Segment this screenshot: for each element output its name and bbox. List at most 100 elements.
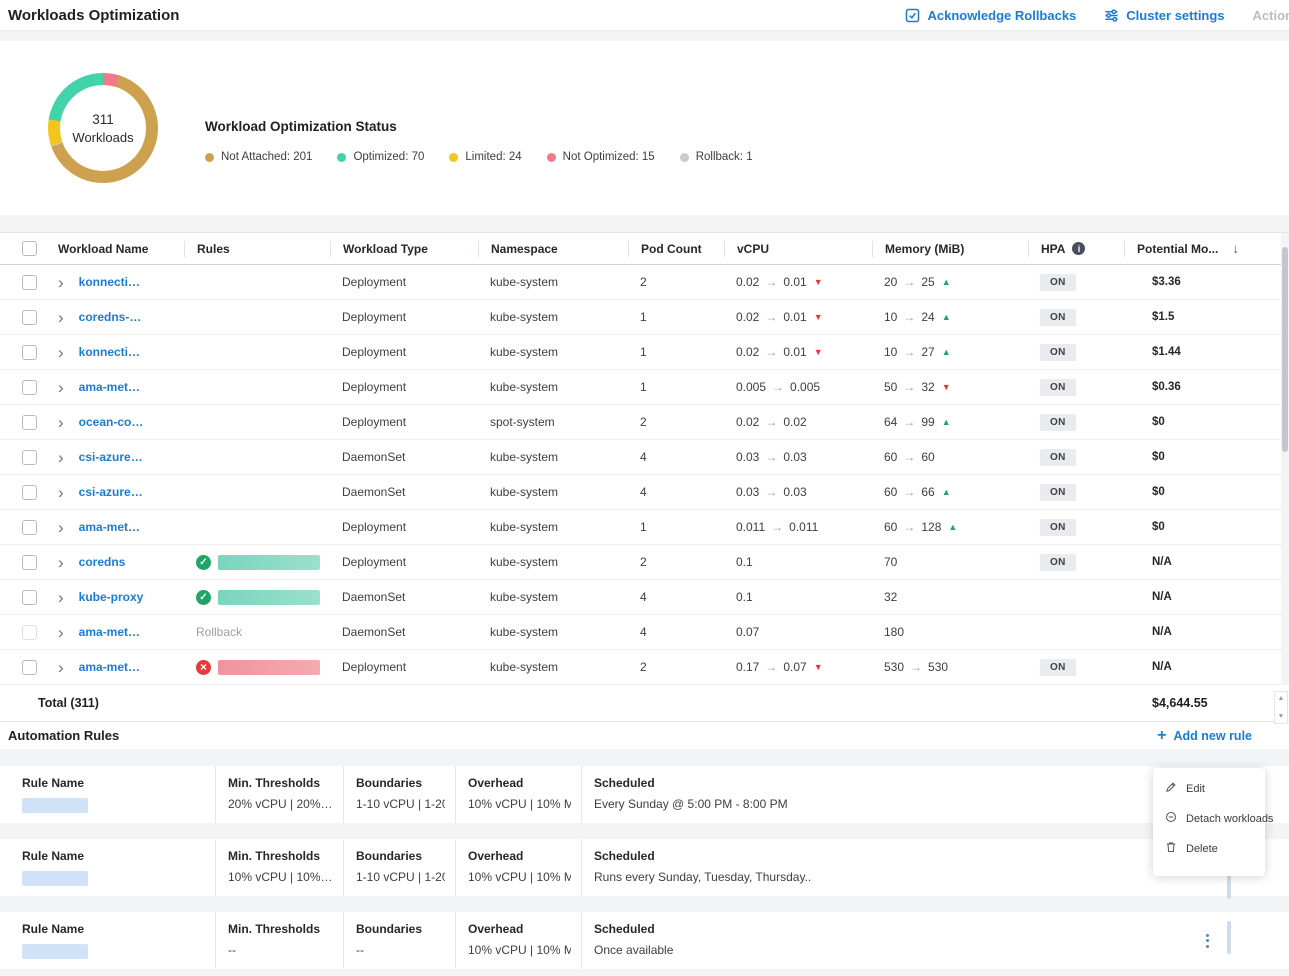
arrow-right-icon: [765, 415, 777, 429]
namespace: kube-system: [478, 555, 628, 569]
select-all-checkbox[interactable]: [22, 241, 37, 256]
row-checkbox[interactable]: [22, 625, 37, 640]
success-check-icon: [196, 590, 211, 605]
table-row: coredns-… Deployment kube-system 1 0.020…: [0, 300, 1289, 335]
workload-name-link[interactable]: ama-met…: [79, 520, 140, 534]
menu-item-detach-workloads[interactable]: Detach workloads: [1165, 811, 1253, 826]
col-pod-count[interactable]: Pod Count: [628, 241, 724, 257]
expand-chevron-icon[interactable]: [58, 274, 64, 291]
row-checkbox[interactable]: [22, 520, 37, 535]
expand-chevron-icon[interactable]: [58, 309, 64, 326]
actions-button[interactable]: Action: [1253, 8, 1289, 23]
rules-cell: [184, 590, 330, 605]
row-checkbox[interactable]: [22, 485, 37, 500]
cluster-settings-button[interactable]: Cluster settings: [1104, 8, 1224, 23]
vcpu-cell: 0.020.01: [724, 275, 872, 289]
namespace: kube-system: [478, 660, 628, 674]
row-checkbox[interactable]: [22, 450, 37, 465]
legend-dot: [680, 153, 689, 162]
vcpu-cell: 0.020.01: [724, 345, 872, 359]
row-checkbox[interactable]: [22, 660, 37, 675]
thresholds-value: 20% vCPU | 20%…: [228, 797, 333, 811]
workload-name-link[interactable]: coredns-…: [79, 310, 142, 324]
pod-count: 1: [628, 345, 724, 359]
total-value: $4,644.55: [1124, 696, 1289, 710]
expand-chevron-icon[interactable]: [58, 589, 64, 606]
automation-rules-header: Automation Rules Add new rule: [0, 722, 1289, 749]
expand-chevron-icon[interactable]: [58, 484, 64, 501]
thresholds-value: 10% vCPU | 10%…: [228, 870, 333, 884]
col-namespace[interactable]: Namespace: [478, 241, 628, 257]
workload-name-link[interactable]: konnecti…: [79, 345, 140, 359]
workload-name-link[interactable]: kube-proxy: [79, 590, 144, 604]
expand-chevron-icon[interactable]: [58, 379, 64, 396]
expand-chevron-icon[interactable]: [58, 624, 64, 641]
overhead-label: Overhead: [468, 849, 571, 863]
rule-menu-button[interactable]: [1202, 930, 1213, 952]
col-vcpu[interactable]: vCPU: [724, 241, 872, 257]
scheduled-label: Scheduled: [594, 922, 1279, 936]
vcpu-cell: 0.030.03: [724, 485, 872, 499]
scrollbar-thumb[interactable]: [1282, 247, 1288, 452]
acknowledge-rollbacks-button[interactable]: Acknowledge Rollbacks: [905, 8, 1076, 23]
menu-item-edit[interactable]: Edit: [1165, 781, 1253, 796]
add-new-rule-button[interactable]: Add new rule: [1157, 727, 1252, 745]
memory-cell: 32: [872, 590, 1028, 604]
row-checkbox[interactable]: [22, 380, 37, 395]
menu-item-delete[interactable]: Delete: [1165, 841, 1253, 856]
mini-scrollbar-thumb[interactable]: [1227, 921, 1231, 954]
workload-name-link[interactable]: ama-met…: [79, 625, 140, 639]
row-checkbox[interactable]: [22, 275, 37, 290]
row-checkbox[interactable]: [22, 345, 37, 360]
memory-cell: 2025: [872, 275, 1028, 289]
col-workload-type[interactable]: Workload Type: [330, 241, 478, 257]
hpa-badge: ON: [1040, 344, 1076, 361]
namespace: kube-system: [478, 485, 628, 499]
scroll-down-button[interactable]: ▼: [1278, 713, 1285, 720]
overhead-label: Overhead: [468, 776, 571, 790]
workload-name-link[interactable]: konnecti…: [79, 275, 140, 289]
potential-savings: N/A: [1124, 626, 1289, 638]
row-checkbox[interactable]: [22, 590, 37, 605]
overhead-value: 10% vCPU | 10% MiB: [468, 870, 571, 884]
col-rules[interactable]: Rules: [184, 241, 330, 257]
pod-count: 1: [628, 380, 724, 394]
pod-count: 4: [628, 625, 724, 639]
workloads-table: Workload Name Rules Workload Type Namesp…: [0, 232, 1289, 722]
pod-count: 4: [628, 485, 724, 499]
workload-name-link[interactable]: ama-met…: [79, 380, 140, 394]
pencil-icon: [1165, 781, 1177, 796]
expand-chevron-icon[interactable]: [58, 519, 64, 536]
vcpu-cell: 0.1: [724, 555, 872, 569]
workload-name-link[interactable]: ocean-co…: [79, 415, 144, 429]
col-workload-name[interactable]: Workload Name: [46, 241, 184, 257]
workloads-total: 311: [92, 112, 114, 127]
expand-chevron-icon[interactable]: [58, 554, 64, 571]
row-checkbox[interactable]: [22, 415, 37, 430]
sort-desc-icon[interactable]: [1232, 241, 1239, 256]
scheduled-value: Once available: [594, 943, 1279, 957]
pod-count: 1: [628, 310, 724, 324]
col-memory[interactable]: Memory (MiB): [872, 241, 1028, 257]
expand-chevron-icon[interactable]: [58, 659, 64, 676]
thresholds-value: --: [228, 943, 333, 957]
workload-name-link[interactable]: csi-azure…: [79, 450, 143, 464]
col-hpa[interactable]: HPA: [1028, 241, 1124, 257]
potential-savings: $0: [1124, 451, 1289, 463]
expand-chevron-icon[interactable]: [58, 414, 64, 431]
row-checkbox[interactable]: [22, 555, 37, 570]
expand-chevron-icon[interactable]: [58, 344, 64, 361]
hpa-badge: ON: [1040, 554, 1076, 571]
expand-chevron-icon[interactable]: [58, 449, 64, 466]
hpa-cell: ON: [1028, 274, 1124, 291]
scroll-up-button[interactable]: ▲: [1278, 695, 1285, 702]
col-potential[interactable]: Potential Mo...: [1124, 241, 1289, 257]
workload-type: Deployment: [330, 310, 478, 324]
workload-name-link[interactable]: ama-met…: [79, 660, 140, 674]
legend-dot: [547, 153, 556, 162]
spacer: [0, 31, 1289, 41]
workload-name-link[interactable]: coredns: [79, 555, 126, 569]
workload-name-link[interactable]: csi-azure…: [79, 485, 143, 499]
info-icon[interactable]: [1072, 242, 1085, 255]
row-checkbox[interactable]: [22, 310, 37, 325]
